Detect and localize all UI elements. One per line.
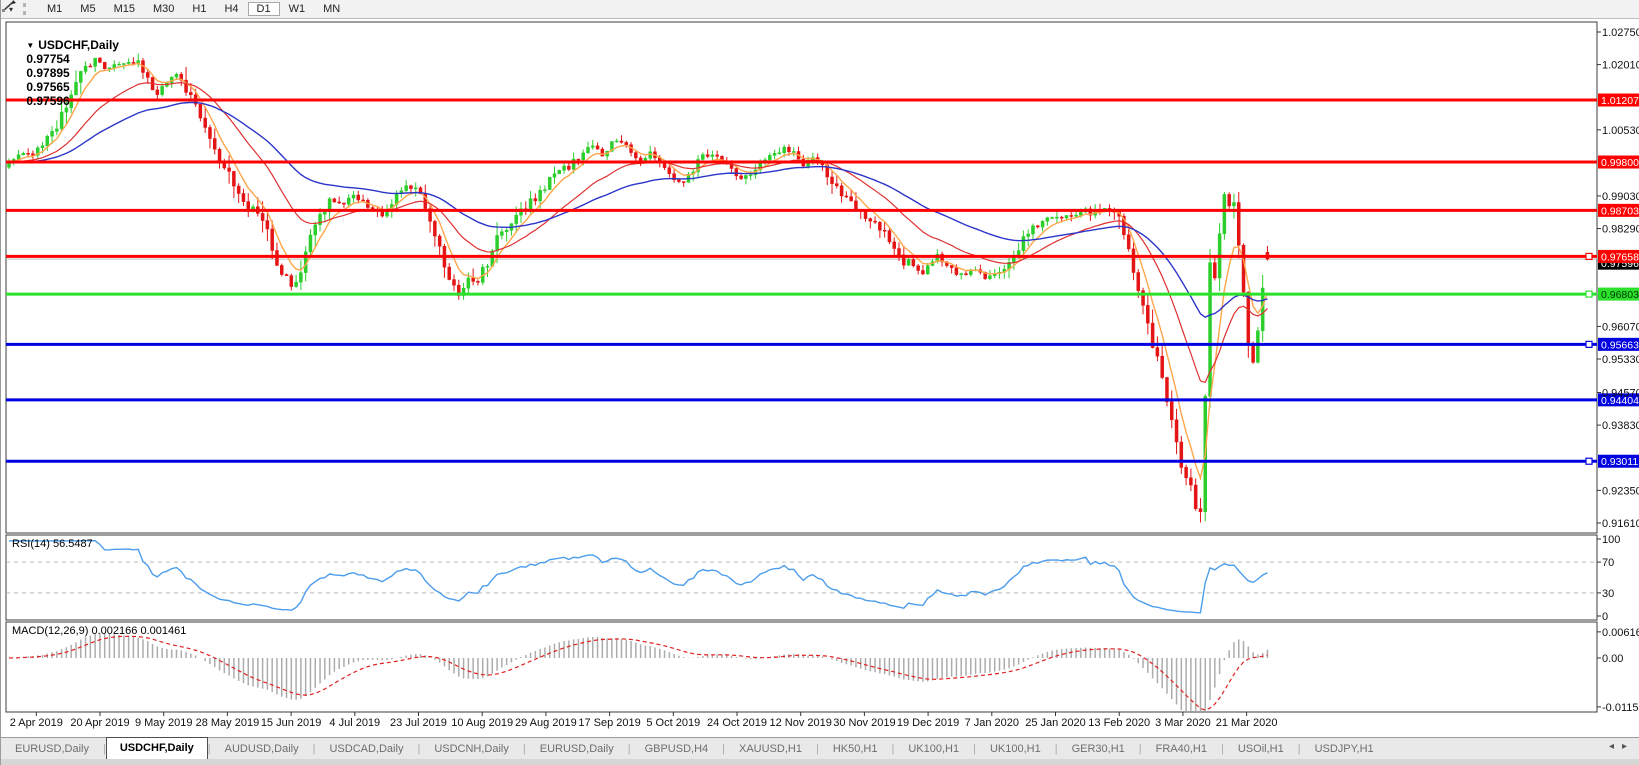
price-tick-label: 0.91610: [1602, 518, 1639, 530]
date-tick-label: 23 Jul 2019: [390, 717, 447, 729]
macd-tick-label: -0.011531: [1602, 702, 1639, 714]
chart-title: ▼ USDCHF,Daily 0.97754 0.97895 0.97565 0.…: [13, 24, 119, 122]
ohlc-low-value: 0.97565: [26, 80, 69, 94]
chart-tab-usdjpy-h1[interactable]: USDJPY,H1: [1301, 739, 1388, 759]
price-tick-label: 0.99030: [1602, 191, 1639, 203]
chart-tab-usdcnh-daily[interactable]: USDCNH,Daily: [420, 739, 523, 759]
chart-tab-usoil-h1[interactable]: USOil,H1: [1224, 739, 1298, 759]
ohlc-open-value: 0.97754: [26, 52, 69, 66]
chart-tab-bar: EURUSD,Daily|USDCHF,Daily|AUDUSD,Daily|U…: [1, 737, 1639, 759]
svg-text:0.93011: 0.93011: [1601, 456, 1638, 468]
chart-tab-audusd-daily[interactable]: AUDUSD,Daily: [211, 739, 313, 759]
collapse-chart-icon[interactable]: ▼: [26, 41, 34, 50]
macd-signal-value: 0.001461: [140, 625, 186, 637]
rsi-tick-label: 70: [1602, 557, 1614, 569]
ohlc-close-value: 0.97596: [26, 94, 69, 108]
date-tick-label: 30 Nov 2019: [833, 717, 895, 729]
date-tick-label: 5 Oct 2019: [646, 717, 700, 729]
date-tick-label: 7 Jan 2020: [965, 717, 1019, 729]
date-tick-label: 12 Nov 2019: [770, 717, 832, 729]
svg-text:0.97658: 0.97658: [1601, 251, 1639, 263]
hline-handle[interactable]: [1586, 291, 1592, 297]
hline-handle[interactable]: [1586, 253, 1592, 259]
date-tick-label: 13 Feb 2020: [1088, 717, 1150, 729]
chart-tab-gbpusd-h4[interactable]: GBPUSD,H4: [631, 739, 723, 759]
date-tick-label: 25 Jan 2020: [1025, 717, 1086, 729]
price-axis: 0.975961.012070.998000.987030.976580.968…: [1597, 27, 1639, 530]
svg-text:0.96803: 0.96803: [1601, 289, 1639, 301]
tab-scroll-right-icon[interactable]: ▸: [1622, 741, 1635, 752]
hline-handle[interactable]: [1586, 341, 1592, 347]
date-tick-label: 28 May 2019: [196, 717, 260, 729]
date-tick-label: 3 Mar 2020: [1155, 717, 1211, 729]
macd-main-value: 0.002166: [91, 625, 137, 637]
price-chart-canvas: 0.97596 1.01207 0.99800 0.98703 0.97658 0.968…: [1, 0, 1639, 765]
chart-symbol-label: USDCHF,Daily: [38, 38, 119, 52]
date-tick-label: 4 Jul 2019: [329, 717, 380, 729]
date-tick-label: 19 Dec 2019: [897, 717, 959, 729]
price-tick-label: 0.94570: [1602, 388, 1639, 400]
date-tick-label: 20 Apr 2019: [70, 717, 129, 729]
chart-tab-fra40-h1[interactable]: FRA40,H1: [1142, 739, 1221, 759]
rsi-panel: [6, 535, 1597, 620]
macd-axis: 0.006167 0.00 -0.011531: [1597, 627, 1639, 714]
svg-text:0.98703: 0.98703: [1601, 205, 1639, 217]
tab-scroll-left-icon[interactable]: ◂: [1609, 741, 1622, 752]
chart-tab-xauusd-h1[interactable]: XAUUSD,H1: [725, 739, 816, 759]
price-tick-label: 0.92350: [1602, 485, 1639, 497]
date-tick-label: 29 Aug 2019: [515, 717, 577, 729]
date-tick-label: 2 Apr 2019: [10, 717, 63, 729]
date-tick-label: 10 Aug 2019: [451, 717, 513, 729]
rsi-axis: 100 70 30 0: [1597, 534, 1620, 623]
chart-tab-ger30-h1[interactable]: GER30,H1: [1058, 739, 1139, 759]
rsi-value: 56.5487: [53, 538, 93, 550]
macd-tick-label: 0.00: [1602, 653, 1623, 665]
chart-tab-usdcad-daily[interactable]: USDCAD,Daily: [315, 739, 417, 759]
svg-text:0.99800: 0.99800: [1601, 157, 1639, 169]
chart-tab-eurusd-daily[interactable]: EURUSD,Daily: [526, 739, 628, 759]
ohlc-high-value: 0.97895: [26, 66, 69, 80]
svg-text:1.01207: 1.01207: [1601, 95, 1639, 107]
macd-indicator-label: MACD(12,26,9) 0.002166 0.001461: [12, 625, 186, 637]
date-tick-label: 24 Oct 2019: [707, 717, 767, 729]
chart-tab-hk50-h1[interactable]: HK50,H1: [819, 739, 892, 759]
macd-panel: [6, 622, 1597, 712]
date-tick-label: 21 Mar 2020: [1216, 717, 1278, 729]
price-tick-label: 0.95330: [1602, 354, 1639, 366]
hline-handle[interactable]: [1586, 458, 1592, 464]
date-tick-label: 17 Sep 2019: [578, 717, 640, 729]
date-tick-label: 9 May 2019: [135, 717, 192, 729]
price-tick-label: 0.98290: [1602, 224, 1639, 236]
chart-tab-eurusd-daily[interactable]: EURUSD,Daily: [1, 739, 103, 759]
tab-scroll-buttons: ◂▸: [1609, 741, 1635, 752]
date-tick-label: 15 Jun 2019: [261, 717, 322, 729]
price-tick-label: 1.02750: [1602, 27, 1639, 39]
rsi-tick-label: 30: [1602, 588, 1614, 600]
chart-tab-usdchf-daily[interactable]: USDCHF,Daily: [106, 737, 208, 759]
price-tick-label: 0.93830: [1602, 420, 1639, 432]
mt4-window: ▾ M1M5M15M30H1H4D1W1MN 0.975961.012070.9…: [0, 0, 1639, 765]
chart-tab-uk100-h1[interactable]: UK100,H1: [894, 739, 973, 759]
rsi-tick-label: 0: [1602, 611, 1608, 623]
price-tick-label: 1.02010: [1602, 60, 1639, 72]
rsi-indicator-label: RSI(14) 56.5487: [12, 538, 93, 550]
date-axis[interactable]: 2 Apr 2019 20 Apr 2019 9 May 2019 28 May 20…: [10, 712, 1278, 729]
price-tick-label: 0.96070: [1602, 321, 1639, 333]
price-tick-label: 1.00530: [1602, 125, 1639, 137]
chart-tab-uk100-h1[interactable]: UK100,H1: [976, 739, 1055, 759]
macd-tick-label: 0.006167: [1602, 627, 1639, 639]
rsi-tick-label: 100: [1602, 534, 1620, 546]
svg-text:0.95663: 0.95663: [1601, 339, 1639, 351]
